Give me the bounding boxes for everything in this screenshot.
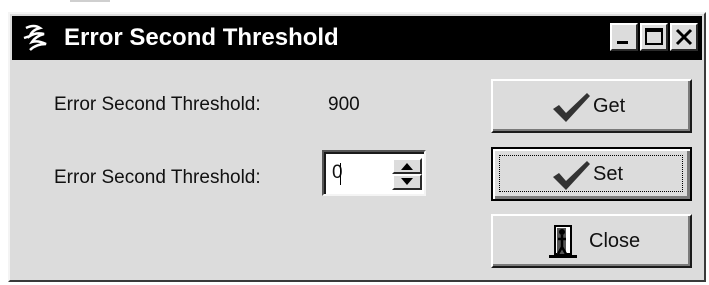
minimize-button[interactable] [610, 23, 638, 51]
window-title: Error Second Threshold [64, 24, 339, 51]
threshold-input-label: Error Second Threshold: [54, 167, 261, 188]
spin-buttons [392, 158, 422, 190]
text-caret [340, 163, 341, 185]
minimize-icon [617, 41, 628, 44]
spinbox-inner [324, 152, 424, 194]
error-second-threshold-dialog: Error Second Threshold Error Second Thre… [8, 12, 706, 282]
spin-down-button[interactable] [392, 174, 422, 190]
door-exit-icon [549, 225, 577, 258]
close-button-label: Close [589, 230, 641, 252]
maximize-icon [645, 28, 663, 45]
focus-ring [499, 155, 683, 192]
get-button-label: Get [593, 95, 626, 117]
current-threshold-label: Error Second Threshold: [54, 94, 261, 115]
threshold-spinbox[interactable] [322, 150, 426, 196]
screen: Error Second Threshold Error Second Thre… [0, 0, 709, 285]
close-button[interactable]: Close [491, 214, 692, 268]
spin-down-arrow-icon [401, 178, 413, 185]
get-button[interactable]: Get [491, 79, 692, 133]
checkmark-icon [553, 93, 590, 122]
close-icon [675, 28, 693, 46]
close-window-button[interactable] [670, 23, 698, 51]
current-threshold-value: 900 [328, 94, 360, 115]
set-button[interactable]: Set [491, 147, 692, 201]
spin-up-arrow-icon [401, 163, 413, 170]
app-icon[interactable] [20, 22, 52, 54]
spin-up-button[interactable] [392, 158, 422, 174]
title-bar[interactable]: Error Second Threshold [12, 16, 702, 60]
set-button-label: Set [593, 163, 624, 185]
maximize-button[interactable] [640, 23, 668, 51]
top-edge-artifact [70, 0, 110, 2]
checkmark-icon [553, 161, 590, 190]
